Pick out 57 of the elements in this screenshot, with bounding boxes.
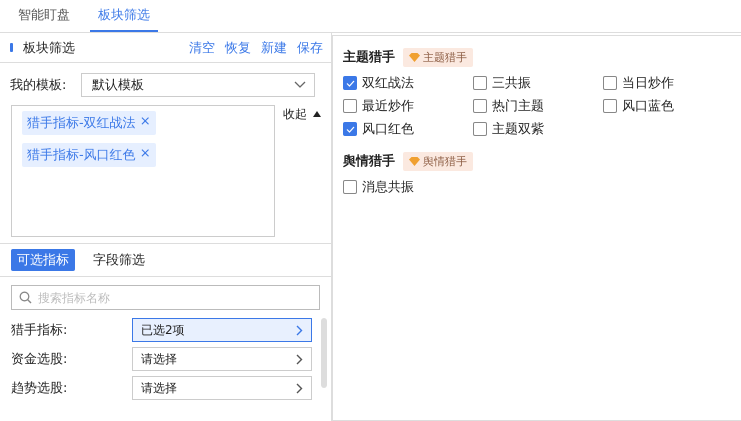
collapse-button[interactable]: 收起 — [283, 105, 321, 123]
search-field[interactable]: 搜索指标名称 — [11, 285, 320, 310]
filter-select[interactable]: 已选2项 — [132, 318, 312, 342]
group-title: 舆情猎手 — [343, 152, 395, 170]
action-link[interactable]: 恢复 — [225, 38, 251, 56]
chevron-right-icon — [296, 354, 303, 364]
chevron-right-icon — [296, 324, 303, 336]
remove-icon[interactable]: × — [140, 146, 151, 164]
remove-icon[interactable]: × — [140, 114, 151, 132]
option-checkbox[interactable]: 最近炒作 — [343, 97, 473, 115]
accent-icon — [10, 43, 13, 52]
filter-select[interactable]: 请选择 — [132, 376, 312, 400]
checkbox[interactable] — [603, 76, 617, 90]
tab[interactable]: 智能盯盘 — [10, 0, 78, 32]
scrollbar[interactable] — [321, 318, 327, 388]
checkbox[interactable] — [473, 99, 487, 113]
triangle-up-icon — [313, 111, 321, 117]
checkbox[interactable] — [343, 180, 357, 194]
tag[interactable]: 猎手指标-双红战法 × — [22, 111, 156, 135]
filter-label: 猎手指标: — [11, 322, 68, 339]
sub-tab[interactable]: 可选指标 — [11, 249, 75, 271]
sub-tab[interactable]: 字段筛选 — [87, 249, 151, 271]
filter-select[interactable]: 请选择 — [132, 347, 312, 371]
checkbox[interactable] — [603, 99, 617, 113]
option-checkbox[interactable]: 三共振 — [473, 74, 603, 92]
gem-icon — [409, 52, 420, 62]
filter-label: 资金选股: — [11, 351, 68, 368]
option-checkbox[interactable]: 主题双紫 — [473, 120, 603, 138]
option-checkbox[interactable]: 风口蓝色 — [603, 97, 733, 115]
action-link[interactable]: 清空 — [189, 38, 215, 56]
tab[interactable]: 板块筛选 — [90, 0, 158, 32]
group-badge: 主题猎手 — [403, 48, 473, 66]
chevron-right-icon — [296, 382, 303, 394]
checkbox[interactable] — [343, 122, 357, 136]
check-icon — [346, 80, 354, 86]
filter-label: 趋势选股: — [11, 380, 68, 397]
template-select[interactable]: 默认模板 — [81, 73, 315, 97]
chevron-down-icon — [294, 81, 306, 89]
group-badge: 舆情猎手 — [403, 152, 473, 170]
checkbox[interactable] — [343, 99, 357, 113]
checkbox[interactable] — [473, 76, 487, 90]
panel-title: 板块筛选 — [23, 40, 76, 56]
option-checkbox[interactable]: 热门主题 — [473, 97, 603, 115]
gem-icon — [409, 156, 420, 166]
template-label: 我的模板: — [10, 77, 68, 94]
action-link[interactable]: 新建 — [261, 38, 287, 56]
search-icon — [19, 291, 32, 304]
group-title: 主题猎手 — [343, 48, 395, 66]
option-checkbox[interactable]: 当日炒作 — [603, 74, 733, 92]
action-link[interactable]: 保存 — [297, 38, 323, 56]
checkbox[interactable] — [473, 122, 487, 136]
option-checkbox[interactable]: 双红战法 — [343, 74, 473, 92]
tag[interactable]: 猎手指标-风口红色 × — [22, 143, 156, 167]
option-checkbox[interactable]: 风口红色 — [343, 120, 473, 138]
option-checkbox[interactable]: 消息共振 — [343, 178, 473, 196]
check-icon — [346, 126, 354, 132]
checkbox[interactable] — [343, 76, 357, 90]
